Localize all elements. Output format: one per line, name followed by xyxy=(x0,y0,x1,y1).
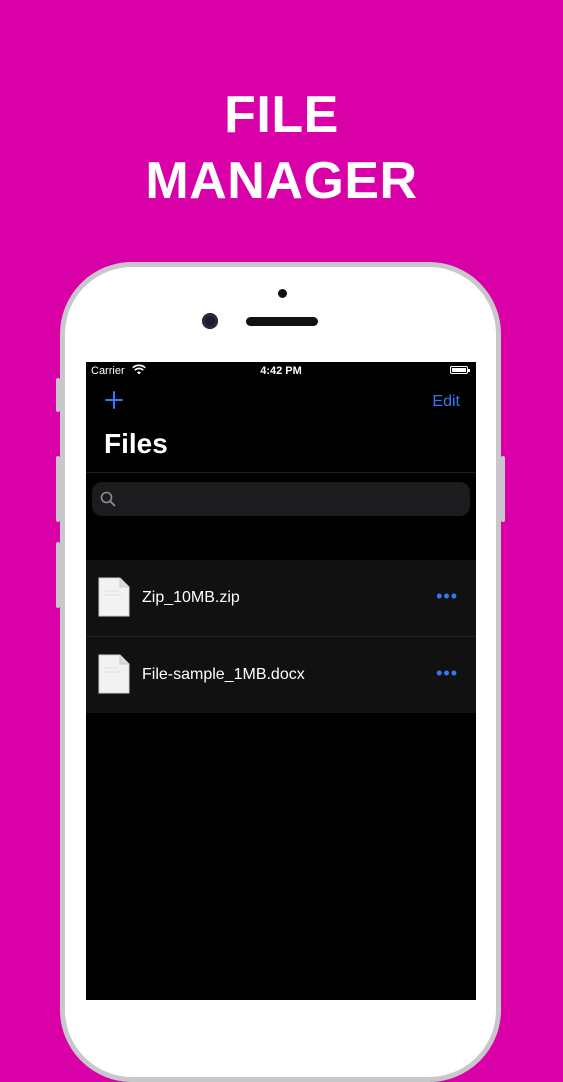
file-name: File-sample_1MB.docx xyxy=(142,666,305,683)
section-spacer xyxy=(86,525,476,560)
page-title: Files xyxy=(104,428,168,459)
status-bar: Carrier 4:42 PM xyxy=(86,362,476,380)
edit-button[interactable]: Edit xyxy=(432,393,460,411)
phone-power-button xyxy=(501,456,505,522)
app-screen: Carrier 4:42 PM Edit Files Zip_10MB.zip … xyxy=(86,362,476,1000)
magnifier-icon xyxy=(100,491,116,507)
status-time: 4:42 PM xyxy=(260,365,302,377)
promo-headline: FILE MANAGER xyxy=(0,82,563,214)
search-input[interactable] xyxy=(122,482,466,518)
phone-earpiece xyxy=(246,317,318,326)
plus-icon xyxy=(105,391,123,409)
phone-volume-up xyxy=(56,456,60,522)
search-bar[interactable] xyxy=(92,482,470,518)
list-item-file-2[interactable]: File-sample_1MB.docx ••• xyxy=(86,636,476,713)
file-list: Zip_10MB.zip ••• File-sample_1MB.docx ••… xyxy=(86,560,476,713)
document-icon xyxy=(98,577,130,617)
document-icon xyxy=(98,654,130,694)
phone-volume-down xyxy=(56,542,60,608)
title-divider xyxy=(86,472,476,473)
battery-icon xyxy=(450,366,470,374)
headline-line-1: FILE xyxy=(224,86,339,144)
phone-front-camera xyxy=(202,313,218,329)
phone-front-sensor xyxy=(278,289,287,298)
add-button[interactable] xyxy=(102,388,126,412)
ellipsis-icon[interactable]: ••• xyxy=(436,663,458,683)
headline-line-2: MANAGER xyxy=(145,152,418,210)
ellipsis-icon[interactable]: ••• xyxy=(436,586,458,606)
phone-mute-switch xyxy=(56,378,60,412)
list-item-file-1[interactable]: Zip_10MB.zip ••• xyxy=(86,560,476,636)
file-name: Zip_10MB.zip xyxy=(142,589,240,606)
